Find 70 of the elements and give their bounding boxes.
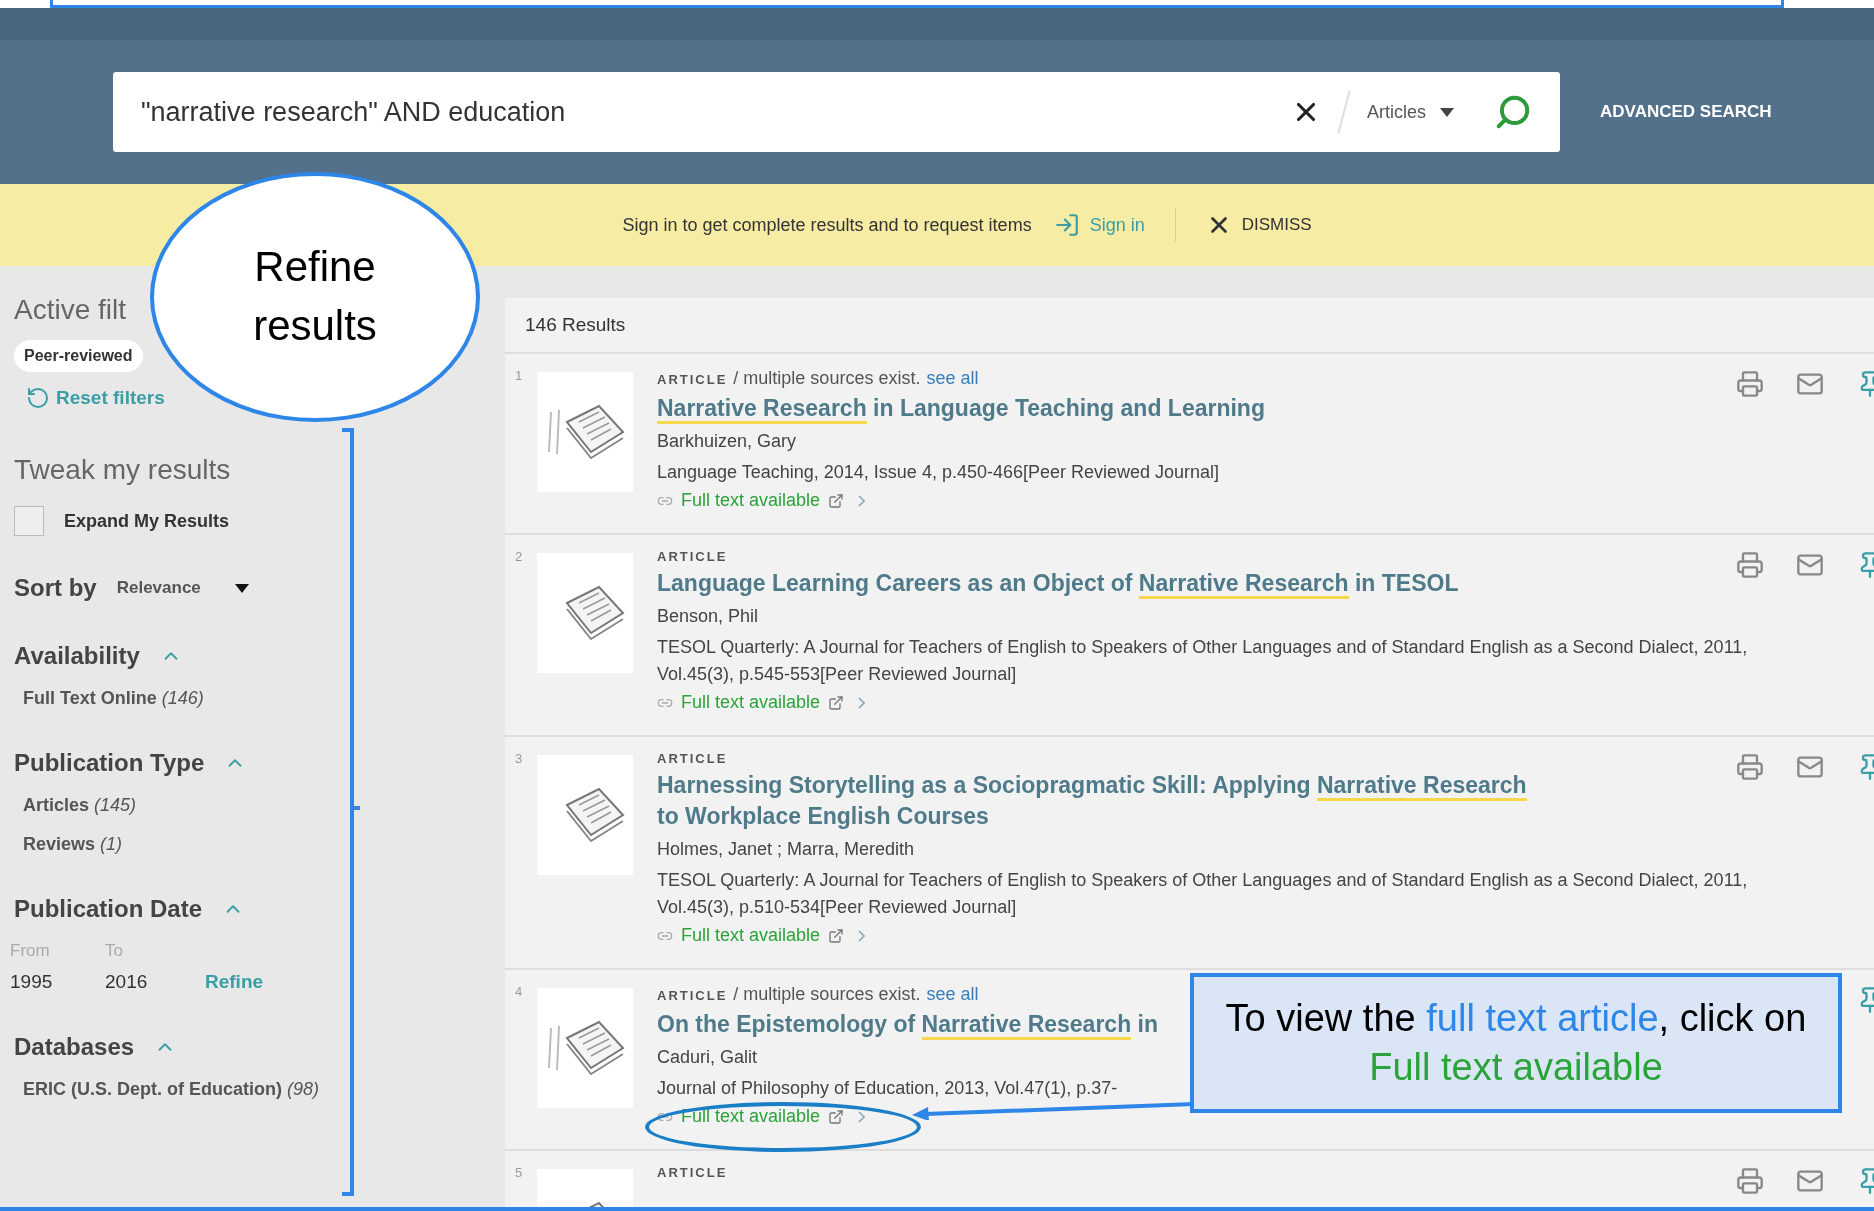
authors: Holmes, Janet ; Marra, Meredith: [657, 838, 915, 862]
checkbox[interactable]: [14, 506, 44, 536]
result-number: 4: [515, 984, 524, 1002]
print-icon[interactable]: [1736, 551, 1764, 580]
to-year-field[interactable]: 2016: [105, 971, 205, 993]
facet-heading[interactable]: Publication Type: [14, 749, 505, 777]
sources-note: / multiple sources exist.: [733, 984, 921, 1006]
result-title[interactable]: Narrative Research in Language Teaching and Learning: [657, 393, 1265, 425]
facet-heading[interactable]: Databases: [14, 1033, 505, 1061]
result-title[interactable]: On the Epistemology of Narrative Research in: [657, 1009, 1159, 1041]
authors: Barkhuizen, Gary: [657, 430, 797, 454]
result-number: 2: [515, 549, 524, 567]
result-type: ARTICLE: [657, 988, 728, 1004]
result-number: 5: [515, 1165, 524, 1183]
chevron-right-icon: [858, 1110, 866, 1123]
result-type: ARTICLE: [657, 549, 728, 565]
sources-note: / multiple sources exist.: [733, 368, 921, 389]
from-label: From: [10, 941, 51, 961]
reset-icon: [26, 386, 50, 410]
caret-icon: [234, 583, 249, 593]
print-icon[interactable]: [1736, 370, 1764, 398]
result-number: 1: [515, 368, 524, 385]
result-title[interactable]: Harnessing Storytelling as a Sociopragmatic Skill: Applying Narrative Research to Workplace English Courses: [657, 770, 1537, 833]
callout-box: To view the full text article, click on Full text available: [1190, 973, 1842, 1113]
chevron-right-icon: [858, 494, 866, 507]
chevron-right-icon: [858, 696, 866, 709]
separator-line: [1174, 208, 1176, 242]
facet-option[interactable]: Full Text Online (146): [23, 688, 505, 709]
results-count: 146 Results: [505, 298, 1874, 354]
source-details: Language Teaching, 2014, Issue 4, p.450-466[Peer Reviewed Journal]: [657, 461, 1220, 485]
checkbox-label: Expand My Results: [64, 510, 230, 532]
sign-in-icon: [1053, 212, 1080, 238]
scope-dropdown[interactable]: Articles: [1367, 101, 1454, 123]
authors: Caduri, Galit: [657, 1046, 758, 1070]
advanced-search-link[interactable]: ADVANCED SEARCH: [1600, 102, 1772, 122]
authors: Benson, Phil: [657, 605, 759, 629]
chevron-right-icon: [858, 929, 866, 942]
search-icon[interactable]: [1494, 93, 1532, 131]
external-link-icon: [828, 492, 845, 509]
print-icon[interactable]: [1736, 1167, 1764, 1196]
external-link-icon: [828, 927, 845, 944]
tweak-heading: Tweak my results: [14, 454, 231, 486]
banner-message: Sign in to get complete results and to request items: [622, 214, 1032, 236]
facet-option[interactable]: Reviews (1): [23, 834, 505, 855]
result-number: 3: [515, 751, 524, 769]
dismiss-button[interactable]: DISMISS: [1205, 212, 1312, 238]
active-filters-heading: Active filt: [14, 294, 127, 326]
source-details: TESOL Quarterly: A Journal for Teachers of English to Speakers of Other Languages and of Standard English as a Second Dialect, 2011, Vol.45(3), p.510-534[Peer Reviewed Journal]: [657, 869, 1749, 920]
filter-chip[interactable]: Peer-reviewed: [14, 340, 143, 372]
caret-icon: [1440, 107, 1454, 117]
result-type: ARTICLE: [657, 1165, 728, 1181]
result-title[interactable]: Language Learning Careers as an Object of Narrative Research in TESOL: [657, 568, 1459, 600]
print-icon[interactable]: [1736, 753, 1764, 782]
facet-option[interactable]: ERIC (U.S. Dept. of Education) (98): [23, 1079, 505, 1100]
result-type: ARTICLE: [657, 372, 728, 387]
external-link-icon: [828, 1108, 845, 1125]
facet-heading[interactable]: Availability: [14, 642, 505, 670]
external-link-icon: [828, 694, 845, 711]
from-year-field[interactable]: 1995: [10, 971, 105, 993]
sort-dropdown[interactable]: Relevance: [116, 578, 249, 598]
to-label: To: [105, 941, 124, 961]
see-all-link[interactable]: see all: [926, 984, 979, 1006]
facet-option[interactable]: Articles (145): [23, 795, 505, 816]
result-type: ARTICLE: [657, 751, 728, 767]
see-all-link[interactable]: see all: [926, 368, 979, 389]
search-field[interactable]: "narrative research" AND education Articles: [113, 72, 1560, 152]
source-details: Journal of Philosophy of Education, 2013, Vol.47(1), p.37-: [657, 1077, 1118, 1101]
facet-heading[interactable]: Publication Date: [14, 895, 505, 923]
sort-label: Sort by: [14, 574, 97, 602]
source-details: TESOL Quarterly: A Journal for Teachers of English to Speakers of Other Languages and of Standard English as a Second Dialect, 2011, Vol.45(3), p.545-553[Peer Reviewed Journal]: [657, 636, 1749, 687]
